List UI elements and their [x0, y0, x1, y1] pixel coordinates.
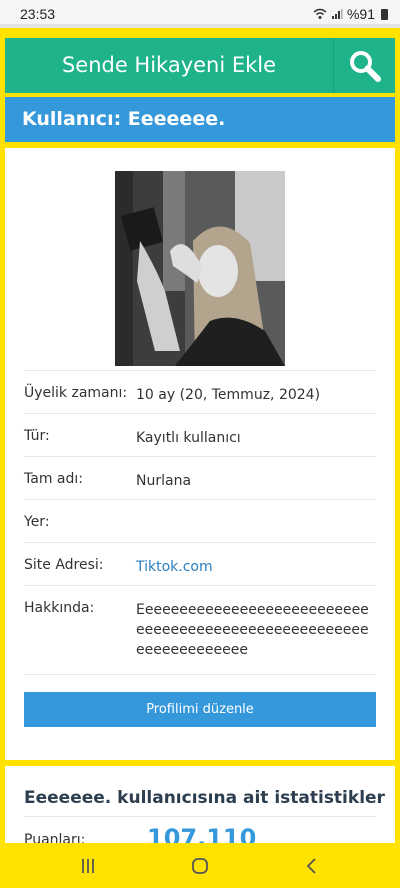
home-icon — [192, 857, 208, 874]
signal-icon — [331, 9, 343, 19]
membership-value: 10 ay (20, Temmuz, 2024) — [136, 387, 321, 403]
membership-label: Üyelik zamanı: — [24, 385, 128, 401]
user-banner: Kullanıcı: Eeeeeee. — [5, 97, 395, 142]
type-label: Tür: — [24, 428, 50, 444]
site-header: Sende Hikayeni Ekle — [5, 38, 395, 93]
wifi-icon — [313, 8, 327, 19]
info-row-fullname: Tam adı: Nurlana — [24, 456, 376, 499]
browser-strip — [0, 24, 400, 28]
fullname-label: Tam adı: — [24, 471, 83, 487]
type-value: Kayıtlı kullanıcı — [136, 430, 241, 446]
recent-apps-button[interactable] — [48, 843, 128, 888]
back-icon — [306, 857, 316, 874]
profile-card: Üyelik zamanı: 10 ay (20, Temmuz, 2024) … — [5, 148, 395, 760]
search-button[interactable] — [333, 38, 395, 93]
search-icon — [349, 50, 381, 82]
home-button[interactable] — [160, 843, 240, 888]
location-label: Yer: — [24, 514, 50, 530]
about-label: Hakkında: — [24, 600, 95, 616]
info-row-about: Hakkında: Eeeeeeeeeeeeeeeeeeeeeeeeeeeeee… — [24, 585, 376, 675]
profile-info-table: Üyelik zamanı: 10 ay (20, Temmuz, 2024) … — [24, 370, 376, 675]
profile-photo — [115, 171, 285, 366]
about-value: Eeeeeeeeeeeeeeeeeeeeeeeeeeeeeeeeeeeeeeee… — [136, 602, 369, 658]
website-label: Site Adresi: — [24, 557, 104, 573]
info-row-website: Site Adresi: Tiktok.com — [24, 542, 376, 585]
fullname-value: Nurlana — [136, 473, 192, 489]
stats-title: Eeeeeee. kullanıcısına ait istatistikler — [24, 788, 385, 808]
system-nav-bar — [0, 843, 400, 888]
stats-divider — [24, 816, 376, 817]
info-row-type: Tür: Kayıtlı kullanıcı — [24, 413, 376, 456]
stats-card: Eeeeeee. kullanıcısına ait istatistikler… — [5, 766, 395, 846]
website-link[interactable]: Tiktok.com — [136, 557, 376, 577]
info-row-membership: Üyelik zamanı: 10 ay (20, Temmuz, 2024) — [24, 370, 376, 413]
back-button[interactable] — [272, 843, 352, 888]
recent-apps-icon — [82, 858, 94, 873]
battery-percent: %91 — [346, 6, 375, 22]
site-title[interactable]: Sende Hikayeni Ekle — [5, 38, 333, 93]
battery-icon — [381, 8, 388, 20]
info-row-location: Yer: — [24, 499, 376, 542]
profile-photo-image — [115, 171, 285, 366]
status-indicators: %91 — [313, 6, 388, 22]
status-time: 23:53 — [20, 6, 56, 22]
edit-profile-button[interactable]: Profilimi düzenle — [24, 692, 376, 727]
status-bar: 23:53 %91 — [0, 0, 400, 28]
